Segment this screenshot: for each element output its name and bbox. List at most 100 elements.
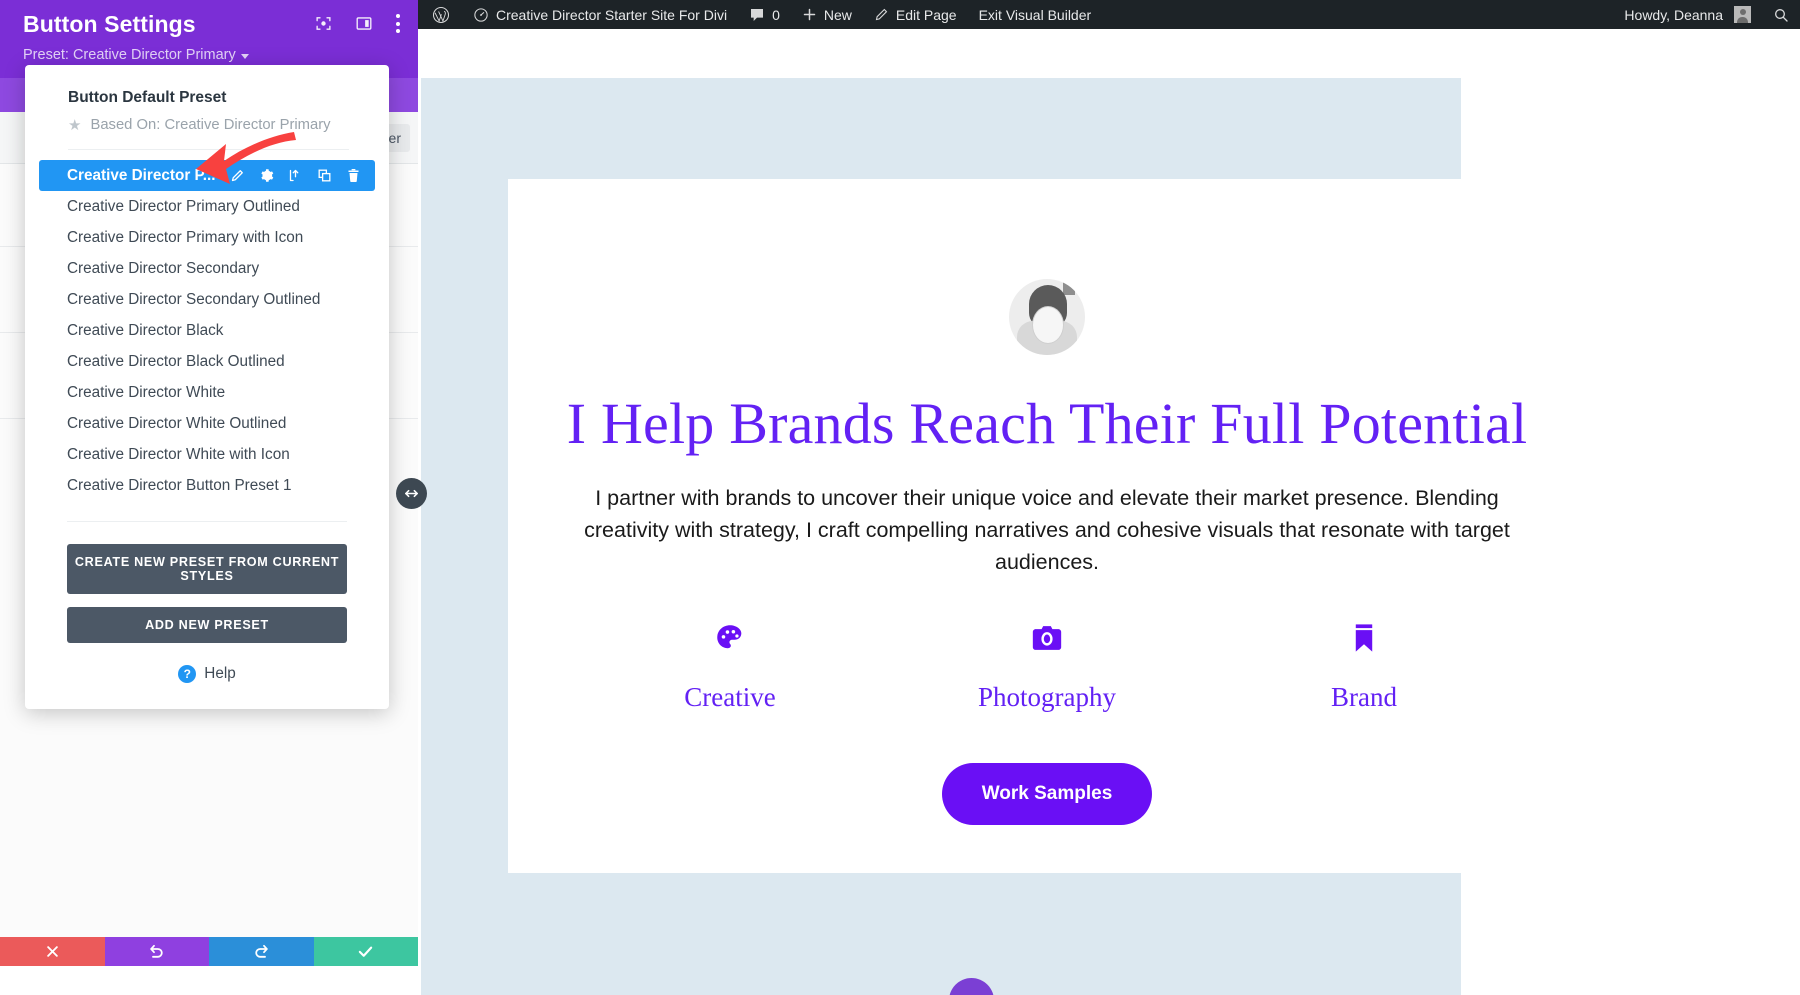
- new-content-menu[interactable]: New: [791, 0, 863, 29]
- preset-item-label: Creative Director Black Outlined: [67, 352, 285, 370]
- hero-paragraph: I partner with brands to uncover their u…: [584, 485, 1510, 574]
- preset-item-label: Creative Director White with Icon: [67, 445, 290, 463]
- undo-arrow-icon: [150, 944, 163, 958]
- hero-section[interactable]: I Help Brands Reach Their Full Potential…: [508, 179, 1586, 873]
- preset-list: Creative Director P... Creative Director…: [25, 150, 389, 501]
- focus-target-icon[interactable]: [315, 15, 332, 32]
- cancel-button[interactable]: [0, 937, 105, 966]
- preset-item[interactable]: Creative Director White Outlined: [39, 408, 375, 439]
- layout-columns-icon[interactable]: [355, 15, 373, 32]
- site-name-menu[interactable]: Creative Director Starter Site For Divi: [462, 0, 738, 29]
- wordpress-logo-button[interactable]: [418, 0, 462, 29]
- page-title: I Help Brands Reach Their Full Potential: [566, 391, 1528, 456]
- search-button[interactable]: [1762, 0, 1800, 29]
- preset-item[interactable]: Creative Director White: [39, 377, 375, 408]
- preset-action-buttons: CREATE NEW PRESET FROM CURRENT STYLES AD…: [25, 522, 389, 643]
- preset-item[interactable]: Creative Director Primary with Icon: [39, 222, 375, 253]
- based-on-row: ★ Based On: Creative Director Primary: [68, 117, 349, 149]
- adminbar-right-group: Howdy, Deanna: [1613, 0, 1800, 29]
- preset-item-label: Creative Director Button Preset 1: [67, 476, 292, 494]
- preset-item-label: Creative Director Primary Outlined: [67, 197, 300, 215]
- preset-selector[interactable]: Preset: Creative Director Primary: [23, 47, 395, 63]
- default-preset-name[interactable]: Button Default Preset: [68, 83, 349, 117]
- panel-header-icons: [315, 14, 400, 33]
- preset-item-selected[interactable]: Creative Director P...: [39, 160, 389, 191]
- feature-label: Creative: [684, 682, 776, 713]
- star-icon: ★: [68, 116, 82, 134]
- new-label: New: [823, 6, 852, 23]
- pencil-icon: [874, 7, 889, 22]
- button-settings-panel: Button Settings Preset: Creative Directo…: [0, 0, 418, 966]
- question-mark-icon: ?: [178, 665, 197, 683]
- preset-item[interactable]: Creative Director Button Preset 1: [39, 470, 375, 501]
- preset-item-label: Creative Director Secondary Outlined: [67, 290, 321, 308]
- account-menu[interactable]: Howdy, Deanna: [1613, 0, 1762, 29]
- resize-arrows-icon: [405, 489, 418, 498]
- feature-label: Photography: [978, 682, 1116, 713]
- feature-row: Creative Photography Brand: [580, 618, 1514, 713]
- duplicate-icon[interactable]: [317, 168, 332, 183]
- site-name-label: Creative Director Starter Site For Divi: [496, 6, 728, 23]
- kebab-menu-icon[interactable]: [396, 14, 400, 33]
- comments-count: 0: [772, 6, 780, 23]
- preset-item[interactable]: Creative Director Secondary Outlined: [39, 284, 375, 315]
- feature-item-brand[interactable]: Brand: [1214, 618, 1514, 713]
- default-preset-block: Button Default Preset ★ Based On: Creati…: [25, 83, 389, 149]
- section-options-button[interactable]: [949, 978, 994, 995]
- visual-builder-canvas: I Help Brands Reach Their Full Potential…: [418, 29, 1800, 995]
- edit-page-label: Edit Page: [895, 6, 957, 23]
- feature-label: Brand: [1331, 682, 1397, 713]
- exit-visual-builder-label: Exit Visual Builder: [978, 6, 1092, 23]
- checkmark-icon: [359, 946, 373, 957]
- chevron-down-icon: [240, 53, 249, 59]
- preset-item[interactable]: Creative Director White with Icon: [39, 439, 375, 470]
- preset-item-label: Creative Director Black: [67, 321, 224, 339]
- preset-item[interactable]: Creative Director Black: [39, 315, 375, 346]
- preset-item-label: Creative Director Primary with Icon: [67, 228, 304, 246]
- comment-bubble-icon: [749, 7, 765, 23]
- add-new-preset-button[interactable]: ADD NEW PRESET: [67, 607, 347, 643]
- search-icon: [1773, 7, 1789, 23]
- panel-action-bar: [0, 937, 418, 966]
- wordpress-admin-bar: Creative Director Starter Site For Divi …: [418, 0, 1800, 29]
- preset-dropdown: Button Default Preset ★ Based On: Creati…: [25, 65, 389, 709]
- create-new-preset-button[interactable]: CREATE NEW PRESET FROM CURRENT STYLES: [67, 544, 347, 594]
- preset-item-label: Creative Director P...: [67, 166, 216, 184]
- undo-button[interactable]: [104, 937, 209, 966]
- redo-arrow-icon: [255, 944, 268, 958]
- page-background: I Help Brands Reach Their Full Potential…: [421, 78, 1586, 995]
- close-x-icon: [46, 946, 58, 957]
- preset-label: Preset: Creative Director Primary: [23, 47, 236, 63]
- panel-resize-handle[interactable]: [396, 478, 427, 509]
- wordpress-logo-icon: [432, 6, 450, 24]
- help-button[interactable]: ? Help: [25, 643, 389, 709]
- dashboard-speedometer-icon: [473, 7, 489, 23]
- feature-item-creative[interactable]: Creative: [580, 618, 880, 713]
- preset-item[interactable]: Creative Director Primary Outlined: [39, 191, 375, 222]
- save-button[interactable]: [313, 937, 418, 966]
- avatar: [1734, 6, 1751, 23]
- preset-item[interactable]: Creative Director Black Outlined: [39, 346, 375, 377]
- howdy-label: Howdy, Deanna: [1624, 6, 1723, 23]
- trash-icon[interactable]: [346, 168, 361, 183]
- bookmark-icon: [1214, 618, 1514, 658]
- feature-item-photography[interactable]: Photography: [897, 618, 1197, 713]
- cta-wrapper: Work Samples: [508, 763, 1586, 826]
- preset-item[interactable]: Creative Director Secondary: [39, 253, 375, 284]
- plus-icon: [802, 7, 817, 22]
- preset-item-label: Creative Director White Outlined: [67, 414, 287, 432]
- edit-pencil-icon[interactable]: [230, 168, 245, 183]
- preset-item-label: Creative Director Secondary: [67, 259, 260, 277]
- profile-photo: [1009, 279, 1085, 355]
- star-icon[interactable]: [375, 168, 391, 184]
- based-on-label: Based On: Creative Director Primary: [90, 117, 331, 133]
- preset-item-label: Creative Director White: [67, 383, 226, 401]
- work-samples-button[interactable]: Work Samples: [941, 763, 1153, 826]
- redo-button[interactable]: [209, 937, 314, 966]
- comments-menu[interactable]: 0: [738, 0, 791, 29]
- export-icon[interactable]: [288, 168, 303, 183]
- gear-icon[interactable]: [259, 168, 274, 183]
- edit-page-link[interactable]: Edit Page: [863, 0, 968, 29]
- exit-visual-builder-link[interactable]: Exit Visual Builder: [968, 0, 1103, 29]
